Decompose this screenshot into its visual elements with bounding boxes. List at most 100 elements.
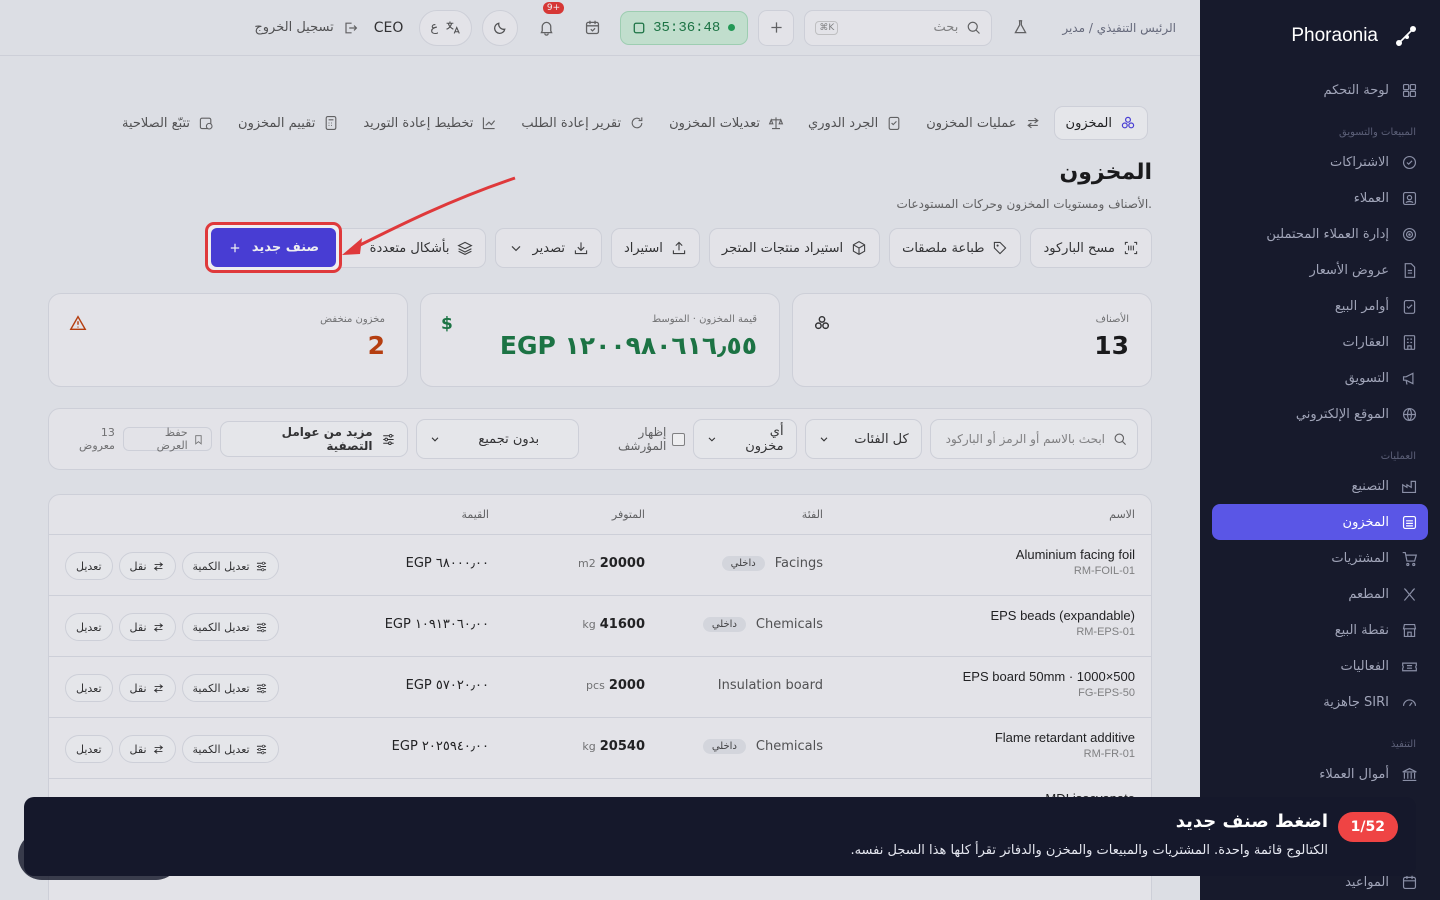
gauge-icon [1402,698,1417,706]
tab-valuation[interactable]: تقييم المخزون [227,106,350,140]
tab-inventory[interactable]: المخزون [1053,106,1148,140]
tab-label: الجرد الدوري [808,115,879,131]
sidebar-item-label: العملاء [1353,190,1389,206]
add-button[interactable] [758,9,795,46]
more-filters-button[interactable]: مزيد من عوامل التصفية [219,421,409,457]
sidebar-item[interactable]: العملاء [1200,180,1440,216]
theme-toggle[interactable] [482,9,519,46]
move-button[interactable]: نقل [118,552,176,580]
table-row[interactable]: EPS board 50mm · 1000×500 FG-EPS-50 Insula… [49,657,1151,718]
sidebar-item[interactable]: الاشتراكات [1200,144,1440,180]
timer-value: 35:36:48 [653,19,721,36]
value-cell: EGP ٦٨٠٠٠٫٠٠ [405,556,489,571]
tab-adjustments[interactable]: تعديلات المخزون [658,106,795,140]
scan-barcode-button[interactable]: مسح الباركود [1030,228,1152,268]
category-name: Chemicals [755,617,823,632]
tab-label: تقييم المخزون [238,115,316,131]
clipboard-icon [1403,299,1416,314]
new-item-highlight: صنف جديد [205,222,342,273]
sidebar-item[interactable]: أوامر البيع [1200,288,1440,324]
sidebar-item[interactable]: المشتريات [1200,540,1440,576]
sidebar-item[interactable]: إدارة العملاء المحتملين [1200,216,1440,252]
category-select[interactable]: كل الفئات [804,419,922,459]
value-cell: EGP ٢٠٢٥٩٤٠٫٠٠ [391,739,489,754]
move-button[interactable]: نقل [118,674,176,702]
move-button[interactable]: نقل [118,735,176,763]
edit-button[interactable]: تعديل [65,552,113,580]
calendar-icon [585,20,599,35]
plus-icon [771,22,782,33]
stock-select-value: أي مخزون [745,424,784,454]
sidebar-item[interactable]: جاهزية SIRI [1200,684,1440,720]
global-search[interactable]: بحث K⌘ [804,9,993,46]
sidebar-item-label: التصنيع [1351,478,1389,494]
sidebar-item[interactable]: التسويق [1200,360,1440,396]
sidebar-item[interactable]: أموال العملاء [1200,756,1440,792]
table-row[interactable]: Aluminium facing foil RM-FOIL-01 داخلي Faci… [49,535,1151,596]
sidebar-item[interactable]: التصنيع [1200,468,1440,504]
sidebar-item[interactable]: عروض الأسعار [1200,252,1440,288]
grouping-select[interactable]: بدون تجميع [416,419,580,459]
table-row[interactable]: EPS beads (expandable) RM-EPS-01 داخلي Chem… [49,596,1151,657]
contacts-icon [1402,191,1417,205]
session-timer[interactable]: 35:36:48 [620,10,749,45]
logout-icon [345,22,357,33]
more-filters-label: مزيد من عوامل التصفية [281,425,373,453]
row-actions: تعديل الكمية نقل تعديل [65,613,279,641]
show-archived-checkbox[interactable]: إظهار المؤرشف [587,425,686,453]
tab-cycle-count[interactable]: الجرد الدوري [797,106,913,140]
move-button[interactable]: نقل [118,613,176,641]
show-archived-label: إظهار المؤرشف [617,425,667,453]
tab-label: تعديلات المخزون [669,115,761,131]
search-icon [1114,433,1126,445]
store-icon [1402,623,1417,637]
tab-reorder-report[interactable]: تقرير إعادة الطلب [510,106,656,140]
internal-badge: داخلي [702,617,746,632]
table-row[interactable]: Flame retardant additive RM-FR-01 داخلي Che… [49,718,1151,779]
logout-button[interactable]: تسجيل الخروج [254,20,357,36]
sidebar-item[interactable]: المطعم [1200,576,1440,612]
inventory-search-input[interactable]: ابحث بالاسم أو الرمز أو الباركود [929,419,1138,459]
download-icon [574,242,588,255]
sidebar-item[interactable]: الفعاليات [1200,648,1440,684]
edit-button[interactable]: تعديل [65,735,113,763]
stock-select[interactable]: أي مخزون [693,419,797,459]
calendar-button[interactable] [574,10,610,46]
adjust-qty-button[interactable]: تعديل الكمية [181,674,279,702]
adjust-qty-button[interactable]: تعديل الكمية [181,552,279,580]
lab-button[interactable] [1002,10,1038,46]
brand[interactable]: Phoraonia [1200,0,1440,72]
edit-button[interactable]: تعديل [65,674,113,702]
tab-replenishment[interactable]: تخطيط إعادة التوريد [352,106,508,140]
tab-stock-operations[interactable]: عمليات المخزون [915,106,1051,140]
row-actions: تعديل الكمية نقل تعديل [65,674,279,702]
move-label: نقل [129,620,147,634]
action-label: تصدير [532,240,565,256]
import-button[interactable]: استيراد [610,228,700,268]
sidebar-section-label: العمليات [1380,450,1416,462]
edit-button[interactable]: تعديل [65,613,113,641]
new-item-button[interactable]: صنف جديد [211,228,336,267]
adjust-qty-label: تعديل الكمية [192,742,250,756]
language-toggle[interactable]: ع [419,9,473,46]
print-labels-button[interactable]: طباعة ملصقات [889,228,1022,268]
chevron-down-icon [431,437,439,442]
save-view-button[interactable]: حفظ العرض [122,426,212,452]
adjust-qty-button[interactable]: تعديل الكمية [181,613,279,641]
tab-expiry[interactable]: تتبّع الصلاحية [111,106,225,140]
stock-qty: 2000 [608,678,645,693]
sidebar-item-label: العقارات [1342,334,1389,350]
sidebar-item[interactable]: المخزون [1212,504,1428,540]
barcode-scan-icon [1124,241,1138,255]
stat-items: الأصناف 13 [792,293,1152,387]
import-store-products-button[interactable]: استيراد منتجات المتجر [708,228,881,268]
plus-icon [230,243,240,252]
checkbox-box[interactable] [672,432,686,446]
notifications-button[interactable]: +9 [528,1,565,46]
sidebar-item[interactable]: لوحة التحكم [1200,72,1440,108]
sidebar-item[interactable]: العقارات [1200,324,1440,360]
tour-step-counter: 1/52 [1337,812,1398,842]
adjust-qty-button[interactable]: تعديل الكمية [181,735,279,763]
sidebar-item[interactable]: نقطة البيع [1200,612,1440,648]
sidebar-item[interactable]: الموقع الإلكتروني [1200,396,1440,432]
